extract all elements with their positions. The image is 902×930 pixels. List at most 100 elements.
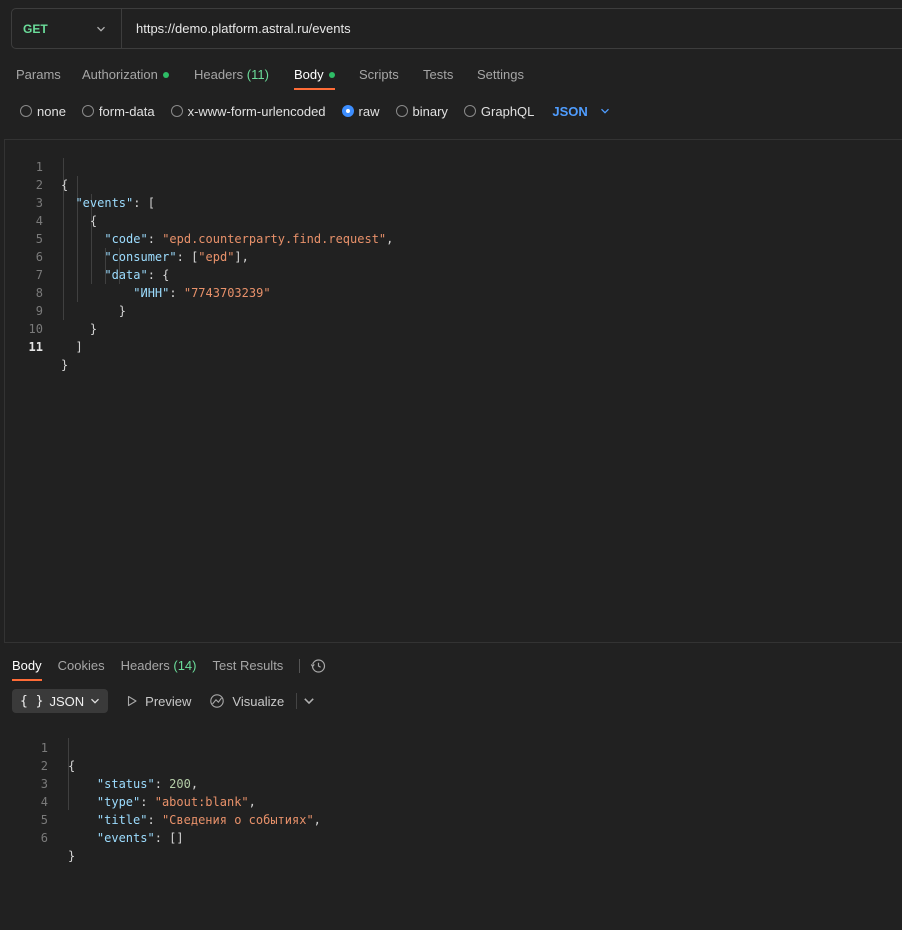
tab-headers[interactable]: Headers (11) [194,60,269,90]
code-text: { [61,178,69,192]
response-toolbar: { } JSON Preview Visualize [12,689,315,713]
resp-tab-cookies[interactable]: Cookies [58,651,105,681]
resp-tab-test-results[interactable]: Test Results [213,651,284,681]
code-line: 5 "events": [] [0,793,184,845]
radio-label: raw [358,103,380,119]
url-input[interactable]: https://demo.platform.astral.ru/events [122,21,351,36]
tab-label: Tests [423,67,454,82]
code-line: 9 } [5,284,97,336]
body-type-options: none form-data x-www-form-urlencoded raw… [20,101,610,121]
braces-icon: { } [20,693,44,709]
method-select[interactable]: GET [12,9,122,48]
visualize-label: Visualize [232,693,285,709]
response-format-select[interactable]: { } JSON [12,689,109,713]
code-text: "data": { [104,268,170,282]
radio-circle-checked [341,105,354,117]
radio-binary[interactable]: binary [395,103,448,119]
radio-x-www-form-urlencoded[interactable]: x-www-form-urlencoded [170,103,326,119]
code-text: { [61,214,98,228]
code-line: 1 { [5,140,68,192]
response-tabs: Body Cookies Headers (14) Test Results [12,650,326,682]
code-line: 8 } [5,266,126,318]
visualize-button[interactable]: Visualize [209,693,284,709]
radio-none[interactable]: none [20,104,66,119]
url-bar: GET https://demo.platform.astral.ru/even… [11,8,902,49]
preview-label: Preview [145,693,192,709]
status-dot [328,71,335,78]
radio-raw[interactable]: raw [341,103,380,119]
line-number-current: 11 [28,340,43,354]
radio-circle [395,105,408,117]
code-text: "code": "epd.counterparty.find.request", [104,232,394,246]
tab-authorization[interactable]: Authorization [82,60,169,90]
tab-count: (11) [246,67,269,82]
body-language-select[interactable]: JSON [552,104,609,119]
tab-tests[interactable]: Tests [423,60,453,90]
code-text: "status": 200, [96,777,199,791]
tab-label: Settings [477,67,524,82]
radio-label: binary [412,103,448,119]
tab-count: (14) [173,658,197,673]
history-icon[interactable] [310,658,326,674]
tab-label: Headers [120,658,170,673]
code-line: 4 "code": "epd.counterparty.find.request… [5,194,394,246]
code-line: 3 "type": "about:blank", [0,757,256,809]
tab-params[interactable]: Params [16,60,61,90]
line-number: 6 [40,831,48,845]
radio-circle [81,105,94,117]
code-line: 3 { [5,176,97,228]
code-text: } [61,304,127,318]
code-line: 6 "data": { [5,230,170,282]
request-body-editor[interactable]: 1 { 2 "events": [ 3 { 4 "code": "epd.cou… [4,139,902,643]
code-text: "events": [] [96,831,184,845]
code-text: { [68,759,76,773]
code-line: 6 } [0,811,75,863]
divider [296,693,298,709]
tab-label: Headers [194,67,244,82]
play-icon [128,695,137,707]
code-text: } [68,849,76,863]
tab-settings[interactable]: Settings [477,60,524,90]
radio-graphql[interactable]: GraphQL [463,104,534,119]
code-line: 7 "ИНН": "7743703239" [5,248,271,300]
radio-circle [20,105,32,117]
visualize-icon [210,694,225,708]
code-line: 11 } [5,320,69,372]
code-line: 4 "title": "Сведения о событиях", [0,775,321,827]
tab-label: Scripts [359,67,399,82]
code-text: "events": [ [75,196,155,210]
format-label: JSON [49,693,85,709]
chevron-down-icon [91,698,100,704]
code-text: "ИНН": "7743703239" [133,286,271,300]
code-line: 1 { [0,721,75,773]
code-text: "consumer": ["epd"], [104,250,249,264]
tab-label: Authorization [82,67,158,82]
method-label: GET [23,21,48,36]
chevron-down-icon[interactable] [303,695,315,707]
code-text: ] [61,340,83,354]
radio-label: x-www-form-urlencoded [187,103,326,119]
divider [299,659,301,673]
tab-body[interactable]: Body [294,60,335,90]
radio-label: none [37,103,66,119]
status-dot [162,71,169,78]
tab-label: Body [294,67,324,82]
resp-tab-headers[interactable]: Headers (14) [121,651,197,681]
chevron-down-icon [97,26,105,32]
chevron-down-icon [600,108,609,114]
radio-form-data[interactable]: form-data [81,104,155,119]
tab-label: Cookies [57,658,105,673]
code-text: "title": "Сведения о событиях", [96,813,321,827]
resp-tab-body[interactable]: Body [12,651,42,681]
code-text: } [61,322,98,336]
code-line: 2 "status": 200, [0,739,198,791]
preview-button[interactable]: Preview [126,694,191,709]
radio-circle [463,105,476,117]
body-language-label: JSON [552,103,588,119]
tab-scripts[interactable]: Scripts [359,60,399,90]
code-line: 5 "consumer": ["epd"], [5,212,249,264]
radio-circle [170,105,183,117]
tab-label: Body [12,658,42,673]
response-body-viewer[interactable]: 1 { 2 "status": 200, 3 "type": "about:bl… [0,720,902,863]
code-text: "type": "about:blank", [96,795,256,809]
